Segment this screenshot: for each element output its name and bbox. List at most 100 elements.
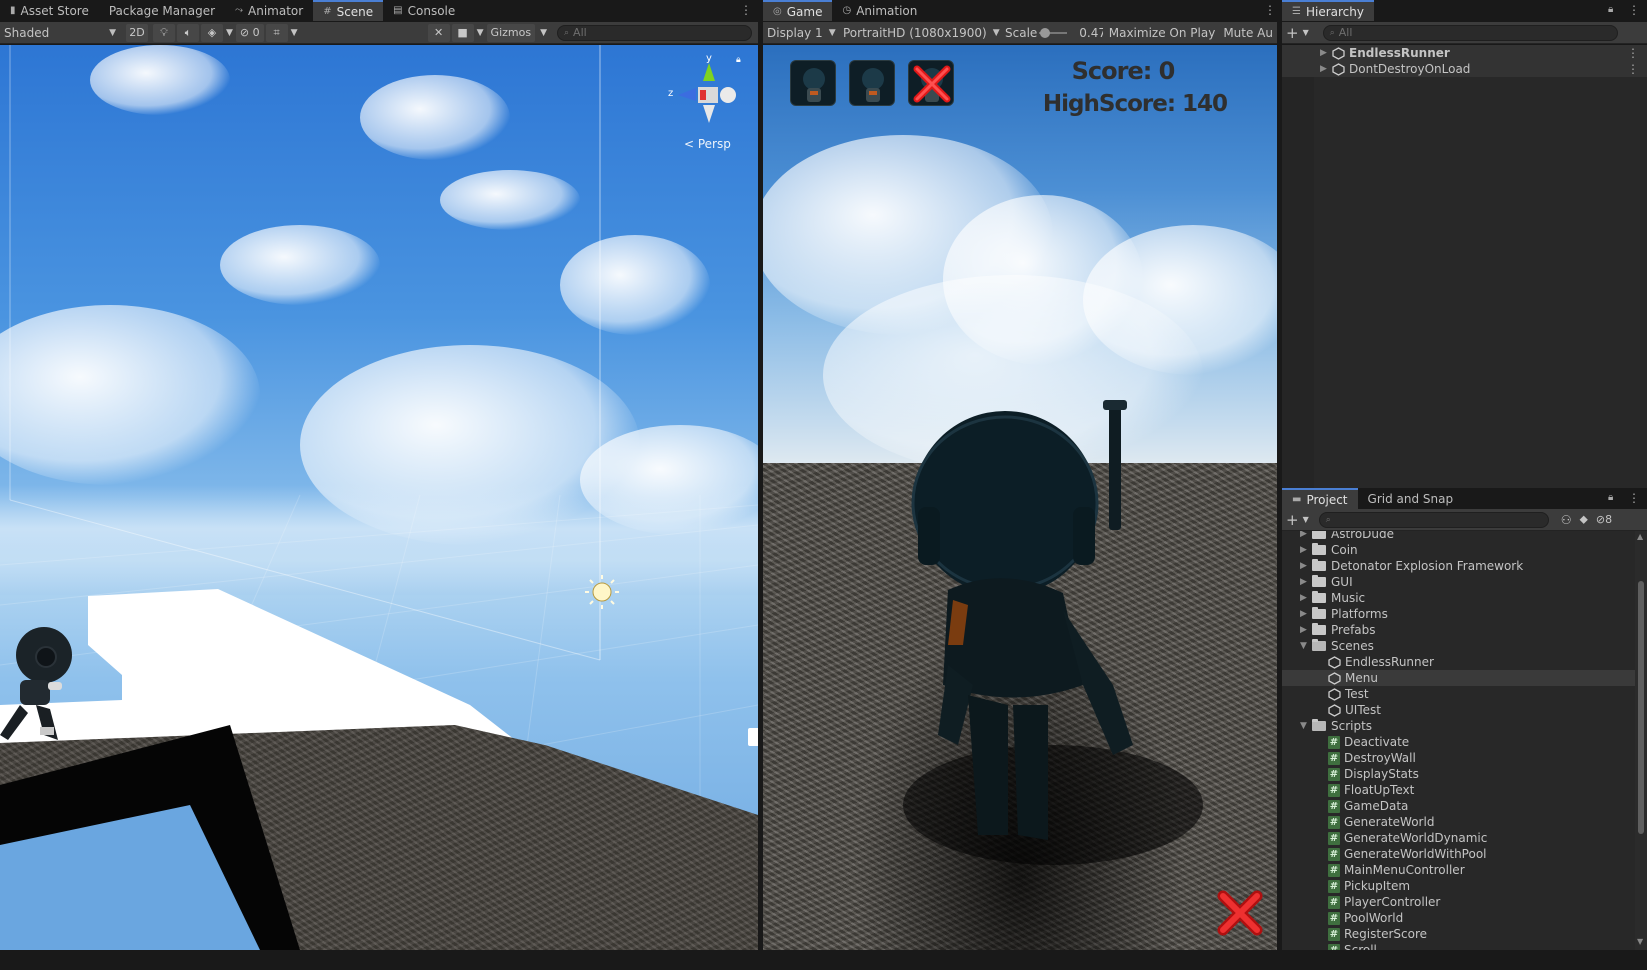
- hidden-objects-button[interactable]: ⊘ 0: [235, 23, 264, 42]
- project-item-prefabs[interactable]: ▶ Prefabs: [1282, 622, 1635, 638]
- expand-arrow-icon[interactable]: ▶: [1300, 561, 1312, 571]
- project-item-playercontroller[interactable]: # PlayerController: [1282, 894, 1635, 910]
- hierarchy-more-icon[interactable]: ⋮: [1628, 4, 1640, 16]
- project-item-music[interactable]: ▶ Music: [1282, 590, 1635, 606]
- scene-more-icon[interactable]: ⋮: [740, 4, 752, 16]
- toggle-2d-button[interactable]: 2D: [126, 23, 148, 42]
- gizmos-button[interactable]: Gizmos: [486, 23, 536, 42]
- expand-arrow-icon[interactable]: ▶: [1300, 625, 1312, 635]
- scene-view[interactable]: y z 🔒︎ < Persp: [0, 45, 758, 950]
- tab-animation[interactable]: ◷ Animation: [832, 0, 927, 21]
- hierarchy-lock-icon[interactable]: 🔒︎: [1608, 4, 1613, 15]
- lock-icon[interactable]: 🔒︎: [736, 55, 741, 65]
- expand-arrow-icon[interactable]: ▶: [1320, 64, 1332, 74]
- effects-dropdown-icon[interactable]: ▼: [224, 24, 235, 42]
- scroll-up-icon[interactable]: ▲: [1637, 532, 1643, 541]
- project-item-floatuptext[interactable]: # FloatUpText: [1282, 782, 1635, 798]
- lighting-toggle-icon[interactable]: 💡︎: [153, 23, 175, 42]
- project-item-platforms[interactable]: ▶ Platforms: [1282, 606, 1635, 622]
- project-item-gui[interactable]: ▶ GUI: [1282, 574, 1635, 590]
- hierarchy-item-endlessrunner[interactable]: ▶ EndlessRunner ⋮: [1282, 45, 1647, 61]
- tab-package-manager[interactable]: Package Manager: [99, 0, 225, 21]
- project-item-deactivate[interactable]: # Deactivate: [1282, 734, 1635, 750]
- filter-by-type-icon[interactable]: ⚇: [1557, 511, 1576, 529]
- scroll-thumb[interactable]: [1638, 581, 1644, 834]
- player-character[interactable]: [0, 627, 72, 740]
- create-add-button[interactable]: + ▼: [1282, 24, 1313, 42]
- expand-arrow-icon[interactable]: ▶: [1300, 545, 1312, 555]
- expand-arrow-icon[interactable]: ▶: [1320, 48, 1332, 58]
- expand-arrow-icon[interactable]: ▶: [1300, 593, 1312, 603]
- hierarchy-item-dontdestroyonload[interactable]: ▶ DontDestroyOnLoad ⋮: [1282, 61, 1647, 77]
- grid-toggle-icon[interactable]: ⌗: [265, 23, 288, 42]
- create-asset-button[interactable]: + ▼: [1282, 511, 1313, 529]
- scene-search-input[interactable]: ⌕ All: [557, 24, 752, 41]
- game-more-icon[interactable]: ⋮: [1264, 4, 1276, 16]
- expand-arrow-icon[interactable]: ▶: [1300, 577, 1312, 587]
- camera-icon[interactable]: ■: [451, 23, 474, 42]
- hidden-packages-button[interactable]: ⊘ 8: [1592, 511, 1616, 529]
- project-item-mainmenucontroller[interactable]: # MainMenuController: [1282, 862, 1635, 878]
- effects-toggle-icon[interactable]: ◈: [201, 23, 223, 42]
- tab-console[interactable]: ▤ Console: [383, 0, 465, 21]
- resolution-dropdown[interactable]: PortraitHD (1080x1900) ▼: [839, 24, 1000, 42]
- gizmos-dropdown-icon[interactable]: ▼: [536, 24, 551, 42]
- project-item-detonator-explosion-framework[interactable]: ▶ Detonator Explosion Framework: [1282, 558, 1635, 574]
- tab-hierarchy[interactable]: ☰ Hierarchy: [1282, 0, 1374, 21]
- project-item-poolworld[interactable]: # PoolWorld: [1282, 910, 1635, 926]
- mute-audio-toggle[interactable]: Mute Au: [1219, 24, 1277, 42]
- audio-toggle-icon[interactable]: 🔈︎: [177, 23, 199, 42]
- scale-slider[interactable]: [1039, 28, 1067, 38]
- project-item-destroywall[interactable]: # DestroyWall: [1282, 750, 1635, 766]
- tab-project[interactable]: ▬ Project: [1282, 488, 1358, 509]
- project-item-pickupitem[interactable]: # PickupItem: [1282, 878, 1635, 894]
- filter-by-label-icon[interactable]: ⬥: [1576, 511, 1592, 529]
- scroll-down-icon[interactable]: ▼: [1637, 937, 1643, 946]
- collapse-arrow-icon[interactable]: ▼: [1300, 721, 1312, 731]
- camera-gizmo-handle[interactable]: [748, 728, 758, 746]
- expand-arrow-icon[interactable]: ▶: [1300, 609, 1312, 619]
- project-item-scenes[interactable]: ▼ Scenes: [1282, 638, 1635, 654]
- tab-asset-store[interactable]: ▮ Asset Store: [0, 0, 99, 21]
- orientation-gizmo[interactable]: y z 🔒︎: [664, 53, 741, 131]
- project-item-gamedata[interactable]: # GameData: [1282, 798, 1635, 814]
- camera-dropdown-icon[interactable]: ▼: [475, 24, 486, 42]
- project-item-generateworldwithpool[interactable]: # GenerateWorldWithPool: [1282, 846, 1635, 862]
- item-menu-icon[interactable]: ⋮: [1627, 62, 1639, 76]
- project-item-astrodude[interactable]: ▶ AstroDude: [1282, 531, 1635, 542]
- project-lock-icon[interactable]: 🔒︎: [1608, 492, 1613, 503]
- draw-mode-dropdown[interactable]: Shaded ▼: [0, 24, 120, 42]
- project-item-uitest[interactable]: UITest: [1282, 702, 1635, 718]
- game-view[interactable]: Score: 0 HighScore: 140: [763, 45, 1277, 950]
- project-item-endlessrunner[interactable]: EndlessRunner: [1282, 654, 1635, 670]
- project-search-input[interactable]: ⌕: [1318, 511, 1549, 528]
- directional-light-icon[interactable]: [585, 575, 619, 609]
- collapse-arrow-icon[interactable]: ▼: [1300, 641, 1312, 651]
- tab-grid-and-snap[interactable]: Grid and Snap: [1358, 488, 1464, 509]
- axis-gizmo-icon: [678, 63, 736, 123]
- tab-scene[interactable]: # Scene: [313, 0, 384, 21]
- project-item-registerscore[interactable]: # RegisterScore: [1282, 926, 1635, 942]
- project-item-scripts[interactable]: ▼ Scripts: [1282, 718, 1635, 734]
- tab-animator[interactable]: ⤳ Animator: [225, 0, 313, 21]
- project-item-coin[interactable]: ▶ Coin: [1282, 542, 1635, 558]
- project-item-menu[interactable]: Menu: [1282, 670, 1635, 686]
- tools-icon[interactable]: ✕: [427, 23, 450, 42]
- hierarchy-search-input[interactable]: ⌕ All: [1322, 24, 1618, 41]
- grid-dropdown-icon[interactable]: ▼: [289, 24, 300, 42]
- tab-game[interactable]: ◎ Game: [763, 0, 833, 21]
- project-more-icon[interactable]: ⋮: [1628, 492, 1640, 504]
- project-item-displaystats[interactable]: # DisplayStats: [1282, 766, 1635, 782]
- close-icon[interactable]: [1215, 888, 1265, 938]
- display-dropdown[interactable]: Display 1 ▼: [763, 24, 839, 42]
- maximize-on-play-toggle[interactable]: Maximize On Play: [1105, 24, 1220, 42]
- projection-label[interactable]: < Persp: [684, 137, 731, 151]
- item-menu-icon[interactable]: ⋮: [1627, 46, 1639, 60]
- project-item-scroll[interactable]: # Scroll: [1282, 942, 1635, 950]
- project-scrollbar[interactable]: ▲ ▼: [1635, 531, 1647, 950]
- project-item-generateworld[interactable]: # GenerateWorld: [1282, 814, 1635, 830]
- expand-arrow-icon[interactable]: ▶: [1300, 531, 1312, 539]
- project-item-generateworlddynamic[interactable]: # GenerateWorldDynamic: [1282, 830, 1635, 846]
- scale-slider-thumb[interactable]: [1039, 28, 1050, 38]
- project-item-test[interactable]: Test: [1282, 686, 1635, 702]
